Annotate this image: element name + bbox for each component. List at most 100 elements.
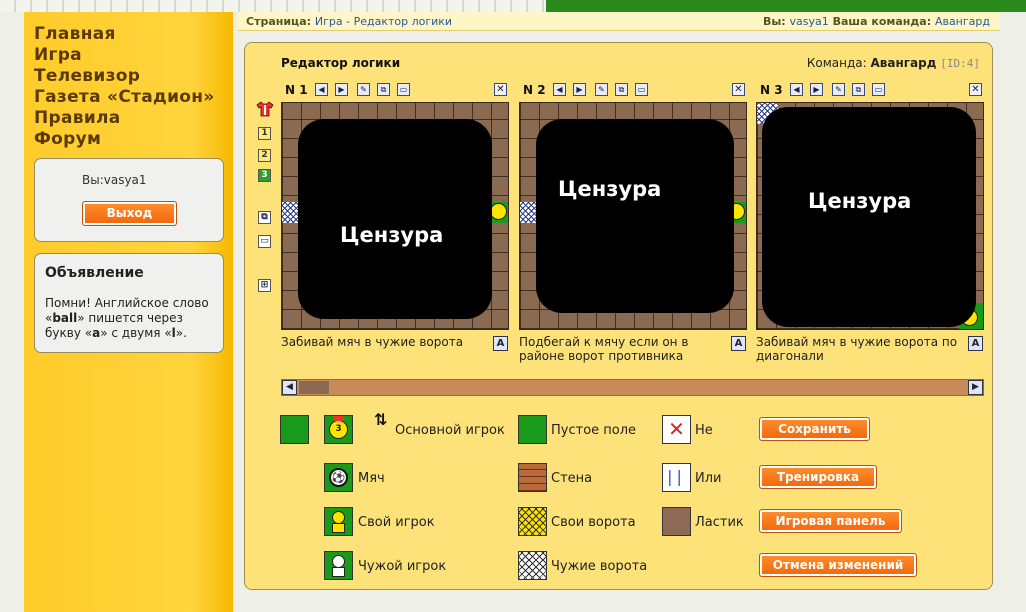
ball-tile[interactable]: ⚽ (324, 463, 353, 492)
wall-label: Стена (551, 471, 593, 486)
scroll-left-icon[interactable]: ◀ (282, 380, 297, 395)
username-label: Вы:vasya1 (82, 173, 147, 187)
scroll-thumb[interactable] (299, 381, 329, 394)
move-left-icon[interactable]: ◀ (553, 83, 566, 96)
announcement-title: Объявление (45, 265, 144, 281)
or-label: Или (695, 471, 722, 486)
not-icon[interactable]: ✕ (662, 415, 691, 444)
scroll-right-icon[interactable]: ▶ (968, 380, 983, 395)
game-panel-button[interactable]: Игровая панель (759, 509, 902, 533)
grid-icon[interactable]: ⊞ (258, 279, 271, 292)
team-name: Авангард (870, 56, 937, 70)
censor-overlay: Цензура (536, 119, 734, 313)
enemy-player-label: Чужой игрок (358, 559, 447, 574)
delete-card-icon[interactable]: ✕ (732, 83, 745, 96)
card-number: N 2 (523, 83, 546, 97)
edit-icon[interactable]: ✎ (832, 83, 845, 96)
main-player-label: Основной игрок (395, 423, 505, 438)
move-right-icon[interactable]: ▶ (573, 83, 586, 96)
enemy-goal-label: Чужие ворота (551, 559, 648, 574)
training-button[interactable]: Тренировка (759, 465, 877, 489)
cards-scrollbar[interactable]: ◀ ▶ (281, 379, 984, 396)
breadcrumb-value[interactable]: Игра - Редактор логики (315, 15, 452, 28)
rename-card-button[interactable]: A (493, 336, 508, 351)
swap-icon[interactable]: ⇅ (374, 411, 388, 447)
wall-tile[interactable] (518, 463, 547, 492)
own-goal-label: Свои ворота (551, 515, 636, 530)
nav-rules[interactable]: Правила (34, 108, 215, 129)
card-description: Подбегай к мячу если он в районе ворот п… (519, 335, 689, 363)
eraser-label: Ластик (695, 515, 744, 530)
clipboard-icon[interactable]: ▭ (635, 83, 648, 96)
card-description: Забивай мяч в чужие ворота по диагонали (756, 335, 958, 363)
move-left-icon[interactable]: ◀ (315, 83, 328, 96)
empty-field-label: Пустое поле (551, 423, 637, 438)
edit-icon[interactable]: ✎ (595, 83, 608, 96)
ball-label: Мяч (358, 471, 385, 486)
header-user-info: Вы: vasya1 Ваша команда: Авангард (762, 15, 990, 28)
header-team: Авангард (934, 15, 990, 28)
announcement-text: Помни! Английское слово «ball» пишется ч… (45, 296, 209, 340)
own-goal-tile (490, 202, 508, 223)
field-grid[interactable]: Цензура (281, 102, 509, 330)
duplicate-icon[interactable]: ⧉ (615, 83, 628, 96)
own-goal-tile[interactable] (518, 507, 547, 536)
enemy-goal-tile[interactable] (518, 551, 547, 580)
delete-card-icon[interactable]: ✕ (969, 83, 982, 96)
enemy-player-tile[interactable] (324, 551, 353, 580)
main-player-tile[interactable]: 3 (324, 415, 353, 444)
duplicate-icon[interactable]: ⧉ (852, 83, 865, 96)
level-2-button[interactable]: 2 (258, 149, 271, 162)
header-username: vasya1 (789, 15, 829, 28)
save-button[interactable]: Сохранить (759, 417, 870, 441)
nav-forum[interactable]: Форум (34, 129, 215, 150)
copy-icon[interactable]: ⧉ (258, 211, 271, 224)
page-title: Редактор логики (281, 56, 401, 70)
duplicate-icon[interactable]: ⧉ (377, 83, 390, 96)
move-right-icon[interactable]: ▶ (335, 83, 348, 96)
enemy-goal-tile (282, 202, 299, 223)
main-nav: Главная Игра Телевизор Газета «Стадион» … (34, 24, 215, 150)
announcement-panel: Объявление Помни! Английское слово «ball… (34, 253, 224, 353)
card-number: N 1 (285, 83, 308, 97)
or-icon[interactable]: || (662, 463, 691, 492)
left-sidebar: Главная Игра Телевизор Газета «Стадион» … (24, 12, 233, 612)
delete-card-icon[interactable]: ✕ (494, 83, 507, 96)
nav-tv[interactable]: Телевизор (34, 66, 215, 87)
card-description: Забивай мяч в чужие ворота (281, 335, 464, 349)
level-1-button[interactable]: 1 (258, 127, 271, 140)
rename-card-button[interactable]: A (968, 336, 983, 351)
not-label: Не (695, 423, 713, 438)
clipboard-icon[interactable]: ▭ (872, 83, 885, 96)
move-left-icon[interactable]: ◀ (790, 83, 803, 96)
censor-overlay: Цензура (762, 107, 976, 327)
grass-strip (546, 0, 1026, 12)
card-toolbar: N 3 ◀ ▶ ✎ ⧉ ▭ ✕ (756, 81, 984, 101)
breadcrumb: Страница: Игра - Редактор логики (246, 15, 453, 28)
nav-game[interactable]: Игра (34, 45, 215, 66)
own-player-label: Свой игрок (358, 515, 435, 530)
eraser-tile[interactable] (662, 507, 691, 536)
move-right-icon[interactable]: ▶ (810, 83, 823, 96)
user-panel: Вы:vasya1 Выход (34, 158, 224, 242)
own-player-tile[interactable] (324, 507, 353, 536)
logout-button[interactable]: Выход (82, 201, 177, 226)
empty-field-tile[interactable] (518, 415, 547, 444)
censor-overlay: Цензура (298, 119, 492, 319)
header-bar: Страница: Игра - Редактор логики Вы: vas… (238, 12, 1000, 31)
clipboard-icon[interactable]: ▭ (258, 235, 271, 248)
nav-newspaper[interactable]: Газета «Стадион» (34, 87, 215, 108)
nav-home[interactable]: Главная (34, 24, 215, 45)
cancel-changes-button[interactable]: Отмена изменений (759, 553, 917, 577)
card-toolbar: N 2 ◀ ▶ ✎ ⧉ ▭ ✕ (519, 81, 747, 101)
field-grid[interactable]: Цензура (756, 102, 984, 330)
team-info: Команда: Авангард [ID:4] (806, 56, 980, 70)
level-3-button[interactable]: 3 (258, 169, 271, 182)
rename-card-button[interactable]: A (731, 336, 746, 351)
green-tile[interactable] (280, 415, 309, 444)
clipboard-icon[interactable]: ▭ (397, 83, 410, 96)
edit-icon[interactable]: ✎ (357, 83, 370, 96)
field-grid[interactable]: Цензура (519, 102, 747, 330)
shirt-icon[interactable] (256, 101, 274, 117)
main-player-token (490, 203, 507, 220)
